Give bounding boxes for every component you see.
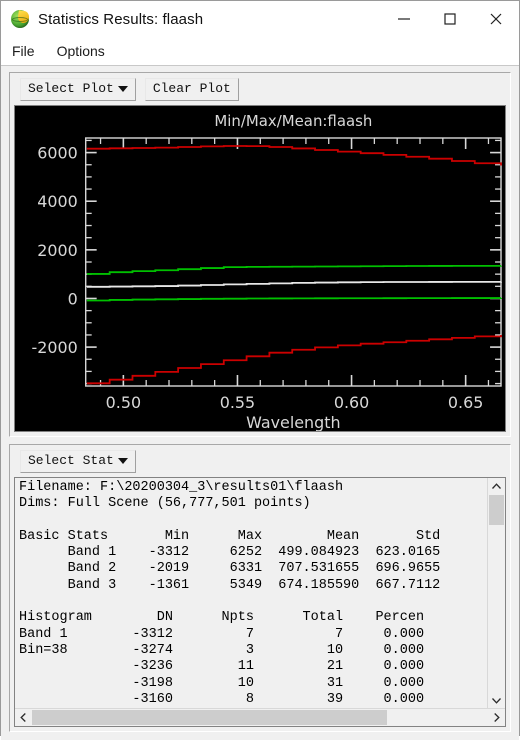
stats-vertical-scrollbar[interactable] <box>487 478 505 709</box>
svg-text:Min/Max/Mean:flaash: Min/Max/Mean:flaash <box>214 112 372 130</box>
svg-text:6000: 6000 <box>37 144 78 163</box>
client-area: Select Plot Clear Plot Min/Max/Mean:flaa… <box>1 65 519 740</box>
svg-text:-2000: -2000 <box>31 338 77 357</box>
menu-file[interactable]: File <box>12 43 35 59</box>
plot-toolbar: Select Plot Clear Plot <box>10 73 510 105</box>
select-stat-label: Select Stat <box>28 452 114 468</box>
scroll-up-arrow-icon[interactable] <box>488 478 505 494</box>
clear-plot-button[interactable]: Clear Plot <box>144 77 239 101</box>
maximize-button[interactable] <box>427 1 473 37</box>
svg-text:0.50: 0.50 <box>106 393 141 412</box>
chevron-down-icon <box>117 457 128 464</box>
close-button[interactable] <box>473 1 519 37</box>
stats-text-area: Filename: F:\20200304_3\results01\flaash… <box>14 477 506 728</box>
stats-panel: Select Stat Filename: F:\20200304_3\resu… <box>9 444 511 733</box>
horizontal-scroll-thumb[interactable] <box>32 710 387 726</box>
scroll-right-arrow-icon[interactable] <box>488 709 505 726</box>
svg-text:0.55: 0.55 <box>220 393 255 412</box>
svg-text:0.60: 0.60 <box>334 393 369 412</box>
min-max-mean-line-chart: Min/Max/Mean:flaash -2000 0 2000 4000 6000 0.5… <box>31 112 502 431</box>
window-title: Statistics Results: flaash <box>38 10 204 28</box>
select-plot-label: Select Plot <box>28 80 114 96</box>
menu-bar: File Options <box>1 37 519 65</box>
vertical-scroll-thumb[interactable] <box>489 495 504 525</box>
window-controls <box>381 1 519 37</box>
plot-canvas[interactable]: Min/Max/Mean:flaash -2000 0 2000 4000 6000 0.5… <box>14 105 506 432</box>
svg-text:0.65: 0.65 <box>448 393 483 412</box>
stats-horizontal-scrollbar[interactable] <box>15 708 505 727</box>
scroll-down-arrow-icon[interactable] <box>488 692 505 708</box>
minimize-button[interactable] <box>381 1 427 37</box>
menu-options[interactable]: Options <box>57 43 105 59</box>
clear-plot-label: Clear Plot <box>152 80 231 96</box>
statistics-results-window: Statistics Results: flaash File Options … <box>0 0 520 740</box>
title-bar: Statistics Results: flaash <box>1 1 519 37</box>
svg-text:0: 0 <box>68 289 78 308</box>
stats-text-content[interactable]: Filename: F:\20200304_3\results01\flaash… <box>15 478 487 709</box>
svg-text:2000: 2000 <box>37 241 78 260</box>
svg-text:4000: 4000 <box>37 192 78 211</box>
select-stat-button[interactable]: Select Stat <box>20 449 136 473</box>
stats-toolbar: Select Stat <box>10 445 510 477</box>
scroll-left-arrow-icon[interactable] <box>15 709 32 726</box>
plot-panel: Select Plot Clear Plot Min/Max/Mean:flaa… <box>9 72 511 437</box>
chevron-down-icon <box>117 85 128 92</box>
envi-globe-icon <box>11 10 30 28</box>
select-plot-button[interactable]: Select Plot <box>20 77 136 101</box>
svg-text:Wavelength: Wavelength <box>246 413 340 431</box>
